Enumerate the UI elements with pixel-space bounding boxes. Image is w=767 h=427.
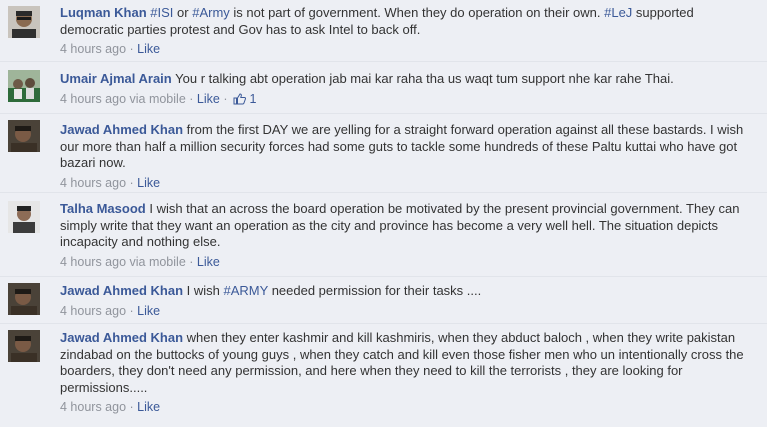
comment-text: You r talking abt operation jab mai kar … [175,71,674,86]
avatar[interactable] [8,201,40,233]
like-link[interactable]: Like [137,176,160,190]
avatar[interactable] [8,70,40,102]
like-link[interactable]: Like [197,92,220,106]
comment-meta: 4 hours ago · Like [60,41,759,58]
comment-author[interactable]: Jawad Ahmed Khan [60,283,183,298]
comment-item: Umair Ajmal Arain You r talking abt oper… [0,62,767,114]
like-link[interactable]: Like [137,400,160,414]
comment-author[interactable]: Luqman Khan [60,5,147,20]
separator: · [129,175,134,190]
like-link[interactable]: Like [137,304,160,318]
comment-item: Talha Masood I wish that an across the b… [0,193,767,277]
comment-item: Jawad Ahmed Khan I wish #ARMY needed per… [0,277,767,324]
comment-author[interactable]: Jawad Ahmed Khan [60,330,183,345]
hashtag-link[interactable]: #Army [192,5,230,20]
comment-item: Jawad Ahmed Khan from the first DAY we a… [0,114,767,193]
comment-meta: 4 hours ago · Like [60,399,759,416]
comment-item: Jawad Ahmed Khan when they enter kashmir… [0,324,767,427]
comment-text: I wish #ARMY needed permission for their… [186,283,482,298]
comment-text: #ISI or #Army is not part of government.… [60,5,694,37]
avatar[interactable] [8,6,40,38]
timestamp[interactable]: 4 hours ago via mobile [60,255,186,269]
hashtag-link[interactable]: #ISI [150,5,173,20]
comment-meta: 4 hours ago via mobile · Like · 1 [60,91,759,108]
avatar[interactable] [8,283,40,315]
timestamp[interactable]: 4 hours ago [60,176,126,190]
thumbs-up-icon [233,92,246,104]
timestamp[interactable]: 4 hours ago [60,304,126,318]
comment-meta: 4 hours ago via mobile · Like [60,254,759,271]
comment-text: I wish that an across the board operatio… [60,201,740,249]
avatar[interactable] [8,330,40,362]
comment-author[interactable]: Jawad Ahmed Khan [60,122,183,137]
timestamp[interactable]: 4 hours ago via mobile [60,92,186,106]
timestamp[interactable]: 4 hours ago [60,400,126,414]
comment-meta: 4 hours ago · Like [60,303,759,320]
avatar[interactable] [8,120,40,152]
separator: · [223,91,228,106]
hashtag-link[interactable]: #ARMY [224,283,269,298]
comment-item: Luqman Khan #ISI or #Army is not part of… [0,0,767,62]
like-count-value: 1 [249,91,257,106]
like-link[interactable]: Like [197,255,220,269]
separator: · [129,42,134,56]
comment-author[interactable]: Umair Ajmal Arain [60,71,172,86]
comment-meta: 4 hours ago · Like [60,175,759,192]
hashtag-link[interactable]: #LeJ [604,5,632,20]
like-count[interactable]: 1 [231,92,256,106]
like-link[interactable]: Like [137,42,160,56]
separator: · [129,400,134,414]
separator: · [189,91,194,106]
separator: · [129,303,134,318]
comment-author[interactable]: Talha Masood [60,201,146,216]
separator: · [189,254,194,269]
timestamp[interactable]: 4 hours ago [60,42,126,56]
